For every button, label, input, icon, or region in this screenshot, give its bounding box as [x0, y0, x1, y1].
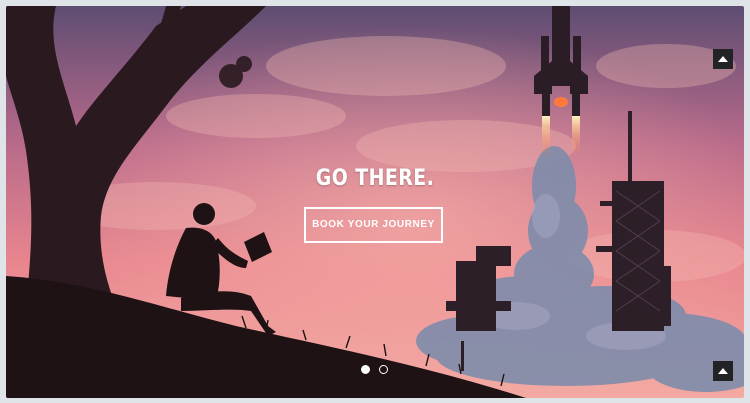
carousel-dot-2[interactable] — [379, 365, 388, 374]
back-to-top-button[interactable] — [713, 361, 733, 381]
book-journey-button[interactable]: BOOK YOUR JOURNEY — [304, 207, 443, 243]
hero-headline: GO THERE. — [315, 166, 435, 191]
hero-slider: GO THERE. BOOK YOUR JOURNEY — [6, 6, 744, 398]
hero-background-image — [6, 6, 744, 398]
scroll-up-button[interactable] — [713, 49, 733, 69]
carousel-dot-1[interactable] — [361, 365, 370, 374]
caret-up-icon — [718, 56, 728, 62]
caret-up-icon — [718, 368, 728, 374]
carousel-pagination — [361, 365, 388, 374]
